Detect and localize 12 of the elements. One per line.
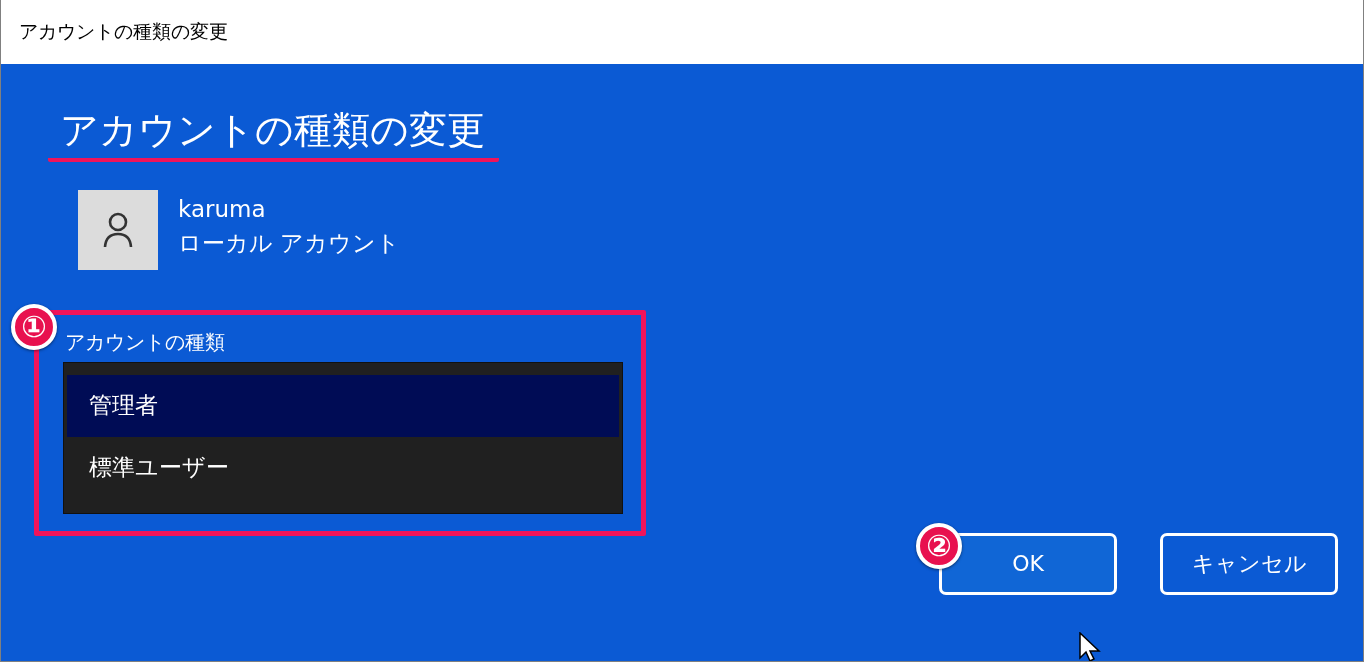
field-label: アカウントの種類 xyxy=(65,328,225,356)
cancel-button[interactable]: キャンセル xyxy=(1160,532,1338,595)
account-type-text: ローカル アカウント xyxy=(178,228,401,258)
dialog-heading: アカウントの種類の変更 xyxy=(60,108,485,154)
mouse-pointer-icon xyxy=(1079,632,1103,661)
list-option[interactable]: 標準ユーザー xyxy=(67,436,619,499)
window-title: アカウントの種類の変更 xyxy=(19,19,228,44)
user-avatar-icon xyxy=(78,189,158,270)
step-number-badge: ① xyxy=(11,304,57,350)
list-option[interactable]: 管理者 xyxy=(67,374,619,437)
user-name: karuma xyxy=(178,195,267,222)
step-number-badge: ② xyxy=(916,523,962,569)
